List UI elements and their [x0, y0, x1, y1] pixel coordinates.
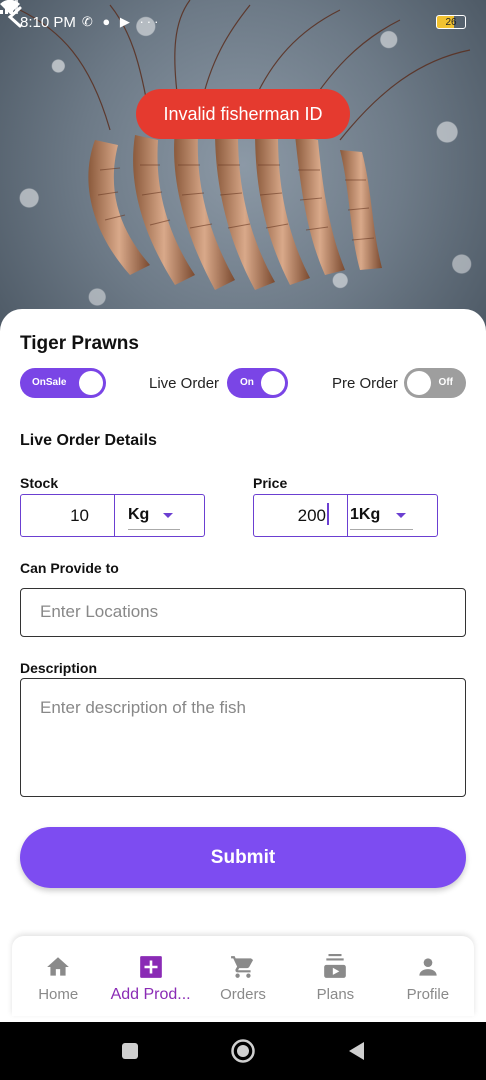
dropdown-underline	[128, 529, 180, 530]
description-label: Description	[20, 660, 98, 676]
toggle-row: OnSale Live Order On Pre Order Off	[20, 368, 466, 400]
on-sale-toggle[interactable]: OnSale	[20, 368, 106, 398]
product-form-sheet: Tiger Prawns OnSale Live Order On Pre Or…	[0, 309, 486, 1022]
nav-label-orders: Orders	[220, 986, 266, 1003]
pre-order-toggle-label: Off	[438, 377, 453, 388]
submit-button[interactable]: Submit	[20, 827, 466, 888]
prawns-illustration	[19, 0, 471, 290]
price-label: Price	[253, 475, 288, 491]
stock-field: 10 Kg	[20, 494, 205, 537]
status-indicators: 26	[0, 0, 466, 29]
stock-unit-dropdown[interactable]: Kg	[115, 495, 204, 536]
live-order-toggle-label: On	[240, 377, 254, 388]
notification-icons: ✆ ● ▶ ···	[81, 14, 162, 29]
person-icon	[419, 958, 437, 976]
nav-item-plans[interactable]: Plans	[289, 936, 381, 1016]
nav-label-profile: Profile	[406, 986, 450, 1003]
back-triangle-icon[interactable]	[346, 1040, 366, 1062]
back-arrow-icon[interactable]	[0, 0, 30, 34]
live-order-caption: Live Order	[149, 375, 220, 392]
recents-icon[interactable]	[120, 1041, 140, 1061]
stock-unit-value: Kg	[128, 506, 150, 523]
can-provide-to-label: Can Provide to	[20, 560, 119, 576]
price-field: 200 1Kg	[253, 494, 438, 537]
price-unit-value: 1Kg	[350, 506, 381, 523]
product-image: 8:10 PM ✆ ● ▶ ··· 26 Invalid fisherman I…	[0, 0, 486, 330]
dropdown-underline	[350, 529, 413, 530]
nav-label-add-product: Add Prod...	[110, 986, 191, 1003]
live-order-toggle[interactable]: On	[227, 368, 288, 398]
home-icon	[47, 957, 70, 976]
home-circle-icon[interactable]	[230, 1038, 256, 1064]
add-box-icon	[139, 956, 162, 978]
nav-label-plans: Plans	[316, 986, 355, 1003]
nav-label-home: Home	[38, 986, 79, 1003]
chevron-down-icon	[396, 513, 406, 518]
nav-item-add-product[interactable]: Add Prod...	[104, 936, 196, 1016]
nav-item-orders[interactable]: Orders	[197, 936, 289, 1016]
text-cursor	[327, 503, 329, 525]
battery-icon: 26	[436, 15, 466, 29]
pre-order-toggle[interactable]: Off	[404, 368, 466, 398]
error-toast: Invalid fisherman ID	[136, 89, 350, 139]
toggle-knob	[261, 371, 285, 395]
locations-input[interactable]: Enter Locations	[20, 588, 466, 637]
subscriptions-icon	[324, 954, 347, 978]
price-value: 200	[297, 506, 326, 525]
chevron-down-icon	[163, 513, 173, 518]
product-title: Tiger Prawns	[20, 333, 139, 354]
stock-input[interactable]: 10	[21, 495, 115, 536]
toggle-knob	[79, 371, 103, 395]
pre-order-caption: Pre Order	[332, 375, 398, 392]
price-unit-dropdown[interactable]: 1Kg	[348, 495, 437, 536]
live-order-details-heading: Live Order Details	[20, 432, 157, 449]
cart-icon	[231, 956, 254, 978]
stock-label: Stock	[20, 475, 59, 491]
on-sale-toggle-label: OnSale	[32, 377, 67, 388]
nav-item-profile[interactable]: Profile	[382, 936, 474, 1016]
toggle-knob	[407, 371, 431, 395]
status-bar: 8:10 PM ✆ ● ▶ ··· 26	[0, 0, 486, 44]
description-input[interactable]: Enter description of the fish	[20, 678, 466, 797]
nav-item-home[interactable]: Home	[12, 936, 104, 1016]
system-navigation-bar	[0, 1022, 486, 1080]
bottom-navigation: Home Add Prod... Orders Plans Profile	[12, 936, 474, 1016]
price-input[interactable]: 200	[254, 495, 348, 536]
